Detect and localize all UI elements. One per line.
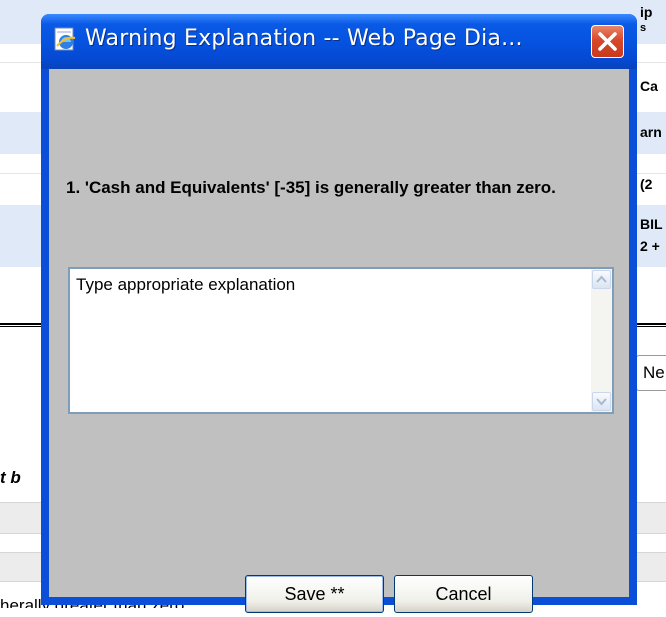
bg-fragment: s — [640, 22, 647, 34]
scroll-down-arrow-icon — [596, 398, 607, 406]
scroll-up-button[interactable] — [592, 270, 611, 289]
save-button[interactable]: Save ** — [245, 575, 384, 613]
scroll-down-button[interactable] — [592, 392, 611, 411]
bg-fragment: 2 + — [640, 238, 660, 254]
ie-page-icon — [52, 27, 78, 53]
cancel-button[interactable]: Cancel — [394, 575, 533, 613]
bg-fragment: (2 — [640, 176, 653, 192]
warning-explanation-dialog: Warning Explanation -- Web Page Dia... 1… — [41, 14, 637, 613]
bg-fragment: arn — [640, 124, 662, 140]
warning-message: 1. 'Cash and Equivalents' [-35] is gener… — [66, 178, 556, 197]
bg-fragment: ip — [640, 4, 653, 20]
bg-fragment: Ca — [640, 78, 658, 94]
new-button[interactable]: Ne — [636, 355, 666, 391]
bg-fragment: BIL — [640, 216, 663, 232]
explanation-textarea[interactable]: Type appropriate explanation — [68, 267, 614, 414]
close-button[interactable] — [591, 25, 624, 58]
dialog-body: 1. 'Cash and Equivalents' [-35] is gener… — [49, 69, 629, 613]
section-heading-fragment: t b — [0, 468, 21, 487]
close-icon — [598, 32, 617, 51]
explanation-text: Type appropriate explanation — [76, 275, 296, 294]
vertical-scrollbar[interactable] — [591, 269, 612, 412]
scroll-up-arrow-icon — [596, 275, 607, 283]
title-bar[interactable]: Warning Explanation -- Web Page Dia... — [41, 14, 637, 69]
dialog-title: Warning Explanation -- Web Page Dia... — [85, 26, 523, 51]
